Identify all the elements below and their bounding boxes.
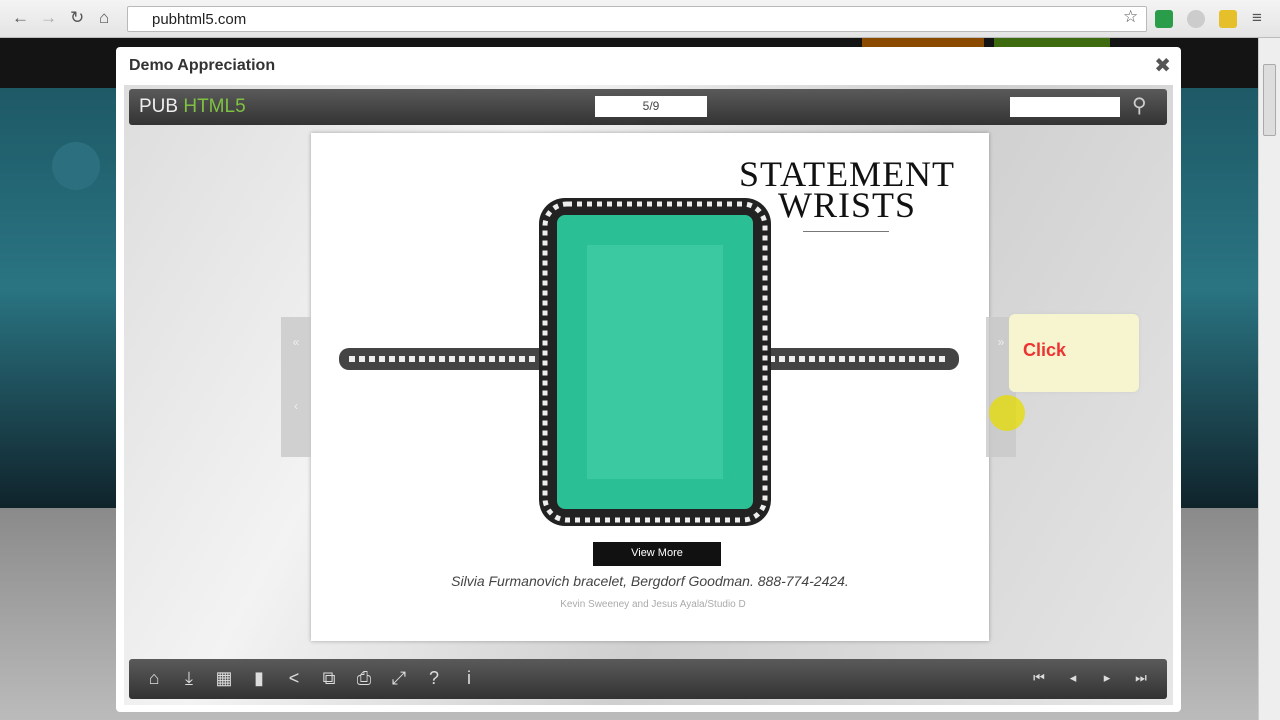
prev-page-button[interactable]: «‹ <box>281 317 311 457</box>
first-page-icon: « <box>292 335 300 349</box>
ring-image <box>339 198 959 526</box>
flipbook-viewer: PUB HTML5 5/9 ⚲ STATEMENT WRISTS View Mor… <box>124 85 1173 705</box>
auto-flip-icon[interactable]: ⧉ <box>317 668 341 689</box>
prev-icon: ‹ <box>294 399 298 413</box>
search-input[interactable] <box>1010 97 1120 117</box>
cursor-highlight <box>989 395 1025 431</box>
next-page-icon[interactable]: ▸ <box>1095 670 1119 686</box>
back-icon[interactable]: ← <box>12 8 29 28</box>
shield-icon[interactable] <box>1219 10 1237 28</box>
share-icon[interactable]: < <box>282 668 306 689</box>
pubhtml5-logo: PUB HTML5 <box>139 96 246 117</box>
chat-icon[interactable] <box>52 142 100 190</box>
globe-icon[interactable] <box>1187 10 1205 28</box>
browser-toolbar: ← → ↻ ⌂ pubhtml5.com ☆ ≡ <box>0 0 1280 38</box>
first-page-icon[interactable]: ⏮ <box>1027 670 1051 686</box>
thumbnails-icon[interactable]: ▦ <box>212 668 236 689</box>
photo-credit: Kevin Sweeney and Jesus Ayala/Studio D <box>560 599 746 610</box>
page-heading: STATEMENT WRISTS <box>738 154 956 225</box>
forward-icon[interactable]: → <box>40 8 57 28</box>
last-page-icon[interactable]: ⏭ <box>1129 670 1153 686</box>
page-indicator[interactable]: 5/9 <box>595 96 707 117</box>
extension-icon[interactable] <box>1155 10 1173 28</box>
menu-icon[interactable]: ≡ <box>1252 8 1262 28</box>
click-tooltip: Click <box>1009 314 1139 392</box>
modal-title: Demo Appreciation <box>129 57 276 74</box>
print-icon[interactable]: ⎙ <box>352 668 376 689</box>
reload-icon[interactable]: ↻ <box>70 8 84 28</box>
star-icon[interactable]: ☆ <box>1123 7 1138 27</box>
info-icon[interactable]: i <box>457 668 481 689</box>
prev-page-icon[interactable]: ◂ <box>1061 670 1085 686</box>
close-icon[interactable]: ✖ <box>1154 53 1171 78</box>
address-bar[interactable]: pubhtml5.com <box>127 6 1147 32</box>
home-icon[interactable]: ⌂ <box>99 8 109 28</box>
viewer-toolbar: ⌂ ⤓ ▦ ▮ < ⧉ ⎙ ⤢? i ⏮ ◂ ▸ ⏭ <box>129 659 1167 699</box>
help-icon[interactable]: ? <box>422 668 446 689</box>
view-more-button[interactable]: View More <box>593 542 721 566</box>
book-page: STATEMENT WRISTS View More Silvia Furmano… <box>311 133 989 641</box>
search-icon[interactable]: ⚲ <box>1132 93 1147 118</box>
demo-modal: Demo Appreciation ✖ PUB HTML5 5/9 ⚲ STAT… <box>116 47 1181 712</box>
download-icon[interactable]: ⤓ <box>177 668 201 689</box>
fullscreen-icon[interactable]: ⤢ <box>387 668 411 689</box>
home-icon[interactable]: ⌂ <box>142 668 166 689</box>
bookmark-icon[interactable]: ▮ <box>247 668 271 689</box>
viewer-header: PUB HTML5 5/9 ⚲ <box>129 89 1167 125</box>
caption: Silvia Furmanovich bracelet, Bergdorf Go… <box>451 573 849 589</box>
scrollbar[interactable] <box>1258 38 1280 720</box>
